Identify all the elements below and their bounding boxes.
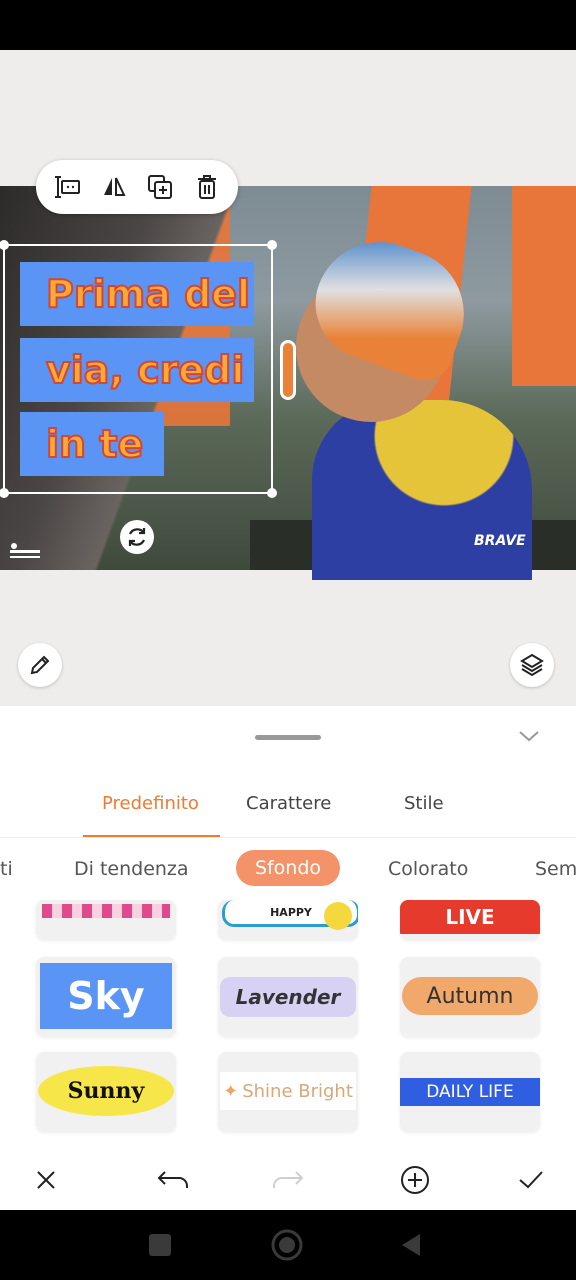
corner-handle[interactable] xyxy=(267,240,277,250)
cancel-button[interactable] xyxy=(26,1160,66,1200)
background-flag xyxy=(512,186,576,386)
flip-icon xyxy=(103,177,126,196)
close-icon xyxy=(37,1171,55,1189)
sticker-card-shine-bright[interactable]: ✦ Shine Bright xyxy=(218,1052,358,1132)
smiley-icon xyxy=(324,902,352,930)
tab-predefinito[interactable]: Predefinito xyxy=(102,793,199,814)
edit-text-button[interactable] xyxy=(50,170,84,204)
shine-bright-label: Shine Bright xyxy=(242,1080,353,1102)
divider xyxy=(0,837,576,838)
duplicate-button[interactable] xyxy=(143,170,177,204)
pencil-icon xyxy=(30,655,50,675)
hearts-pattern xyxy=(42,904,170,918)
system-nav-bar xyxy=(0,1210,576,1280)
redo-icon xyxy=(273,1171,304,1188)
brand-watermark: BRAVE xyxy=(474,533,526,549)
sparkle-icon: ✦ xyxy=(223,1080,239,1102)
live-sticker: LIVE xyxy=(400,900,540,934)
corner-handle[interactable] xyxy=(0,240,9,250)
tab-stile[interactable]: Stile xyxy=(404,793,444,814)
corner-handle[interactable] xyxy=(267,488,277,498)
check-icon xyxy=(519,1171,543,1189)
add-button[interactable] xyxy=(395,1160,435,1200)
category-chip-sfondo[interactable]: Sfondo xyxy=(236,850,340,886)
category-chip-partial[interactable]: Sem xyxy=(535,858,576,880)
sky-sticker: Sky xyxy=(40,963,172,1029)
layers-button[interactable] xyxy=(510,643,554,687)
sticker-card-daily-life[interactable]: DAILY LIFE xyxy=(400,1052,540,1132)
sticker-card-autumn[interactable]: Autumn xyxy=(400,957,540,1037)
sticker-edit-toolbar xyxy=(36,160,238,214)
sticker-card-lavender[interactable]: Lavender xyxy=(218,957,358,1037)
flip-button[interactable] xyxy=(97,170,131,204)
home-icon[interactable] xyxy=(270,1228,304,1262)
tab-carattere[interactable]: Carattere xyxy=(246,793,331,814)
confirm-button[interactable] xyxy=(511,1160,551,1200)
sticker-card-happy[interactable]: HAPPY xyxy=(218,900,358,940)
delete-button[interactable] xyxy=(190,170,224,204)
undo-button[interactable] xyxy=(153,1160,193,1200)
shine-bright-sticker: ✦ Shine Bright xyxy=(220,1072,356,1110)
category-chip-partial[interactable]: ti xyxy=(0,858,13,880)
back-icon[interactable] xyxy=(398,1232,424,1258)
layers-icon xyxy=(520,653,544,677)
category-chip-di-tendenza[interactable]: Di tendenza xyxy=(74,858,189,880)
sheet-grabber[interactable] xyxy=(255,735,321,740)
selection-frame[interactable] xyxy=(0,240,277,498)
stretch-handle[interactable] xyxy=(280,340,296,400)
text-box-icon xyxy=(55,176,81,198)
subject-shirt xyxy=(312,400,532,580)
sticker-card-sky[interactable]: Sky xyxy=(36,957,176,1037)
chevron-down-icon[interactable] xyxy=(516,726,542,746)
rotate-icon xyxy=(128,528,146,546)
edit-button[interactable] xyxy=(18,643,62,687)
add-circle-icon xyxy=(401,1166,429,1194)
category-chip-colorato[interactable]: Colorato xyxy=(388,858,468,880)
daily-life-sticker: DAILY LIFE xyxy=(400,1078,540,1106)
autumn-sticker: Autumn xyxy=(402,977,538,1015)
recents-icon[interactable] xyxy=(149,1234,171,1256)
rotate-button[interactable] xyxy=(120,520,154,554)
sticker-card-live[interactable]: LIVE xyxy=(400,900,540,940)
undo-icon xyxy=(157,1171,188,1188)
duplicate-icon xyxy=(148,175,173,199)
lavender-sticker: Lavender xyxy=(220,977,356,1017)
redo-button[interactable] xyxy=(268,1160,308,1200)
corner-logo-icon xyxy=(10,543,40,558)
trash-icon xyxy=(197,175,216,199)
sticker-card-hearts[interactable] xyxy=(36,900,176,940)
sticker-card-sunny[interactable]: Sunny xyxy=(36,1052,176,1132)
status-bar xyxy=(0,0,576,50)
sunny-sticker: Sunny xyxy=(38,1066,174,1116)
